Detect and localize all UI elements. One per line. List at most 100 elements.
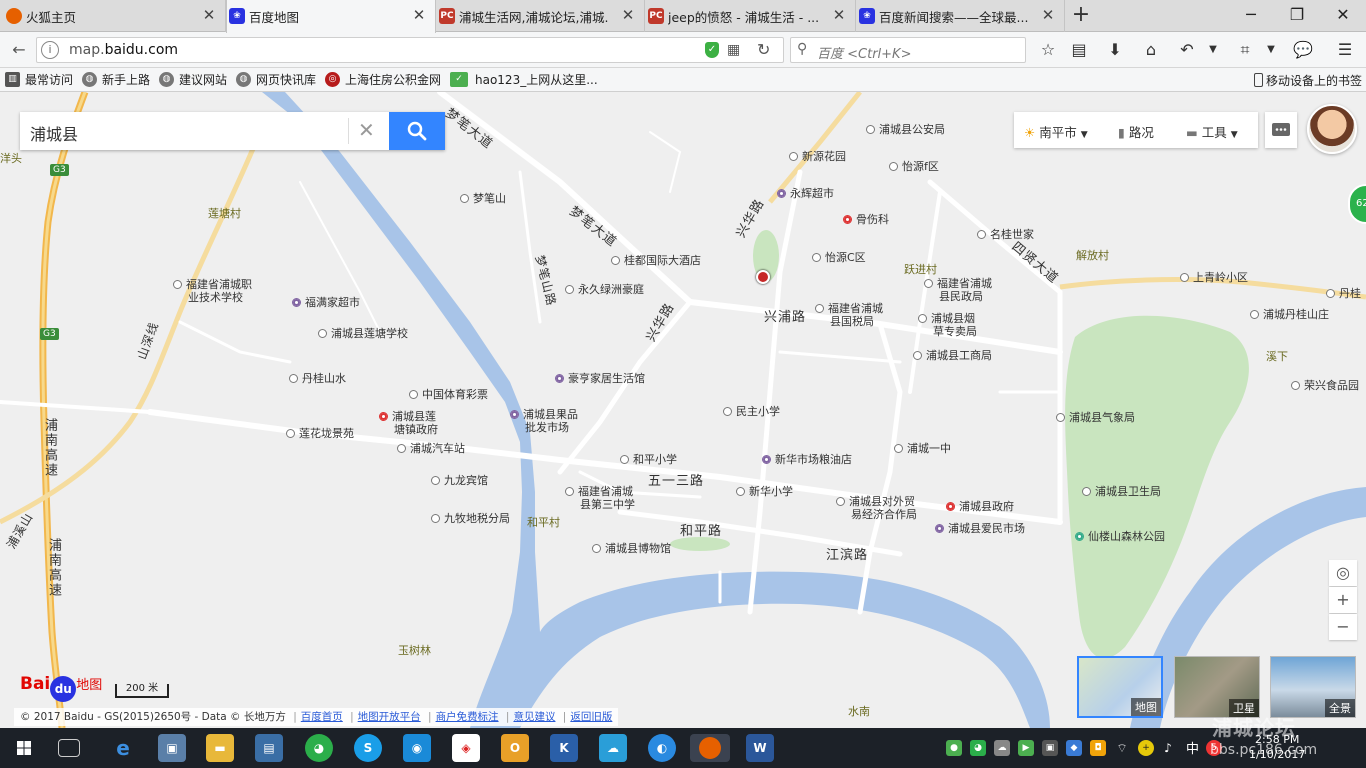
location-marker-icon[interactable] — [756, 270, 770, 284]
poi-rongxing[interactable]: 荣兴食品园 — [1291, 379, 1359, 392]
app-icon[interactable]: ◉ — [403, 734, 431, 762]
poi-duiwai[interactable]: 浦城县对外贸 易经济合作局 — [836, 495, 917, 521]
tray-wechat-icon[interactable]: ◕ — [970, 740, 986, 756]
menu-icon[interactable]: ☰ — [1332, 38, 1358, 62]
tray-device-icon[interactable]: ▣ — [1042, 740, 1058, 756]
site-info-icon[interactable]: i — [41, 41, 59, 59]
poi-dangui[interactable]: 丹桂 — [1326, 287, 1361, 300]
cloud-app-icon[interactable]: ☁ — [599, 734, 627, 762]
firefox-taskbar-icon[interactable] — [690, 734, 730, 762]
poi-yizhong[interactable]: 浦城一中 — [894, 442, 951, 455]
poi-xianloushan[interactable]: 仙楼山森林公园 — [1075, 530, 1165, 543]
poi-yonghui[interactable]: 永辉超市 — [777, 187, 834, 200]
poi-guidu[interactable]: 桂都国际大酒店 — [611, 254, 701, 267]
skype-icon[interactable]: S — [354, 734, 382, 762]
reading-list-icon[interactable]: ▤ — [1066, 38, 1092, 62]
file-explorer-icon[interactable]: ▬ — [206, 734, 234, 762]
poi-minzheng[interactable]: 福建省浦城 县民政局 — [924, 277, 992, 303]
city-selector[interactable]: ☀ 南平市 ▼ — [1024, 122, 1088, 141]
home-icon[interactable]: ⌂ — [1138, 38, 1164, 62]
app-red-icon[interactable]: ◈ — [452, 734, 480, 762]
poi-aiguo[interactable]: 浦城县爱民市场 — [935, 522, 1025, 535]
poi-haoheng[interactable]: 豪亨家居生活馆 — [555, 372, 645, 385]
bookmark-star-icon[interactable]: ☆ — [1035, 38, 1061, 62]
poi-zhenzhengfu[interactable]: 浦城县莲 塘镇政府 — [379, 410, 438, 436]
poi-yongjiu[interactable]: 永久绿洲豪庭 — [565, 283, 644, 296]
bookmark-most-visited[interactable]: ▥ 最常访问 — [5, 72, 73, 88]
locate-icon[interactable]: ◎ — [1329, 560, 1357, 586]
poi-xinhualiang[interactable]: 新华市场粮油店 — [762, 453, 852, 466]
bookmark-shanghai-housing[interactable]: ◎ 上海住房公积金网 — [325, 72, 441, 88]
poi-danguishanzhuang[interactable]: 浦城丹桂山庄 — [1250, 308, 1329, 321]
link-feedback[interactable]: 意见建议 — [513, 711, 555, 723]
tray-app-icon[interactable]: ● — [946, 740, 962, 756]
tab-baidu-map[interactable]: ❀ 百度地图 ✕ — [226, 0, 436, 33]
poi-liantangxuexiao[interactable]: 浦城县莲塘学校 — [318, 327, 408, 340]
tab-baidu-news[interactable]: ❀ 百度新闻搜索——全球最... ✕ — [857, 0, 1065, 32]
poi-tiyucaipiao[interactable]: 中国体育彩票 — [409, 388, 488, 401]
minimize-button[interactable]: ─ — [1228, 2, 1274, 28]
poi-weisheng[interactable]: 浦城县卫生局 — [1082, 485, 1161, 498]
close-tab-icon[interactable]: ✕ — [620, 7, 636, 23]
map-search-input[interactable]: 浦城县 — [30, 121, 78, 145]
poi-yiyuanc[interactable]: 怡源C区 — [812, 251, 866, 264]
poi-gonganju[interactable]: 浦城县公安局 — [866, 123, 945, 136]
tab-pucheng-life[interactable]: PC 浦城生活网,浦城论坛,浦城... ✕ — [437, 0, 645, 32]
thumb-satellite[interactable]: 卫星 — [1174, 656, 1260, 718]
close-tab-icon[interactable]: ✕ — [831, 7, 847, 23]
traffic-button[interactable]: ▮ 路况 — [1118, 122, 1154, 141]
back-button[interactable]: ← — [6, 38, 32, 62]
poi-hepingxiaoxue[interactable]: 和平小学 — [620, 453, 677, 466]
search-bar[interactable]: ⚲ 百度 <Ctrl+K> — [790, 37, 1026, 63]
bookmark-suggested-sites[interactable]: ◍ 建议网站 — [159, 72, 227, 88]
close-tab-icon[interactable]: ✕ — [1040, 7, 1056, 23]
restore-button[interactable]: ❐ — [1274, 2, 1320, 28]
input-language[interactable]: 中 — [1186, 738, 1199, 757]
start-button[interactable] — [10, 734, 38, 762]
url-bar[interactable]: i map.baidu.com ✓ ▦ ↻ — [36, 37, 784, 63]
download-icon[interactable]: ⬇ — [1102, 38, 1128, 62]
task-view-icon[interactable] — [58, 739, 80, 757]
tray-cloud-icon[interactable]: ☁ — [994, 740, 1010, 756]
poi-yancao[interactable]: 浦城县烟 草专卖局 — [918, 312, 977, 338]
thumb-panorama[interactable]: 全景 — [1270, 656, 1356, 718]
user-avatar[interactable] — [1307, 104, 1357, 154]
close-tab-icon[interactable]: ✕ — [411, 7, 427, 23]
tray-security-icon[interactable]: ◘ — [1090, 740, 1106, 756]
poi-lianhualong[interactable]: 莲花垅景苑 — [286, 427, 354, 440]
tab-firefox-home[interactable]: 火狐主页 ✕ — [4, 0, 226, 32]
poi-guoshui[interactable]: 福建省浦城 县国税局 — [815, 302, 883, 328]
reload-icon[interactable]: ↻ — [757, 40, 770, 59]
poi-bowuguan[interactable]: 浦城县博物馆 — [592, 542, 671, 555]
poi-shangqingling[interactable]: 上青岭小区 — [1180, 271, 1248, 284]
clear-icon[interactable]: ✕ — [358, 118, 375, 142]
poi-danguishanshui[interactable]: 丹桂山水 — [289, 372, 346, 385]
mobile-bookmarks[interactable]: 移动设备上的书签 — [1252, 72, 1362, 89]
link-old-version[interactable]: 返回旧版 — [570, 711, 612, 723]
close-window-button[interactable]: ✕ — [1320, 2, 1366, 28]
poi-sanzhong[interactable]: 福建省浦城 县第三中学 — [565, 485, 635, 511]
wechat-icon[interactable]: ◕ — [305, 734, 333, 762]
new-tab-button[interactable]: + — [1068, 4, 1094, 28]
poi-xinhuaxiaoxue[interactable]: 新华小学 — [736, 485, 793, 498]
chat-icon[interactable]: 💬 — [1290, 38, 1316, 62]
undo-icon[interactable]: ↶ — [1174, 38, 1200, 62]
zoom-out-button[interactable]: − — [1329, 614, 1357, 640]
thumb-map[interactable]: 地图 — [1077, 656, 1163, 718]
poi-yiyuanf[interactable]: 怡源f区 — [889, 160, 939, 173]
zoom-in-button[interactable]: + — [1329, 587, 1357, 613]
poi-qichezhan[interactable]: 浦城汽车站 — [397, 442, 465, 455]
link-baidu-home[interactable]: 百度首页 — [301, 711, 343, 723]
qr-code-icon[interactable]: ▦ — [727, 42, 740, 58]
poi-fumanjia[interactable]: 福满家超市 — [292, 296, 360, 309]
tray-plus-icon[interactable]: + — [1138, 740, 1154, 756]
wifi-icon[interactable]: ⌔ — [1114, 740, 1130, 756]
tools-button[interactable]: ▬ 工具 ▼ — [1186, 122, 1238, 141]
link-open-platform[interactable]: 地图开放平台 — [358, 711, 421, 723]
volume-icon[interactable]: ♪ — [1160, 740, 1176, 756]
tab-jeep[interactable]: PC jeep的愤怒 - 浦城生活 - ... ✕ — [646, 0, 856, 32]
link-free-label[interactable]: 商户免费标注 — [436, 711, 499, 723]
store-icon[interactable]: ▤ — [255, 734, 283, 762]
chevron-down-icon[interactable]: ▼ — [1258, 38, 1284, 62]
shield-icon[interactable]: ✓ — [705, 42, 719, 58]
